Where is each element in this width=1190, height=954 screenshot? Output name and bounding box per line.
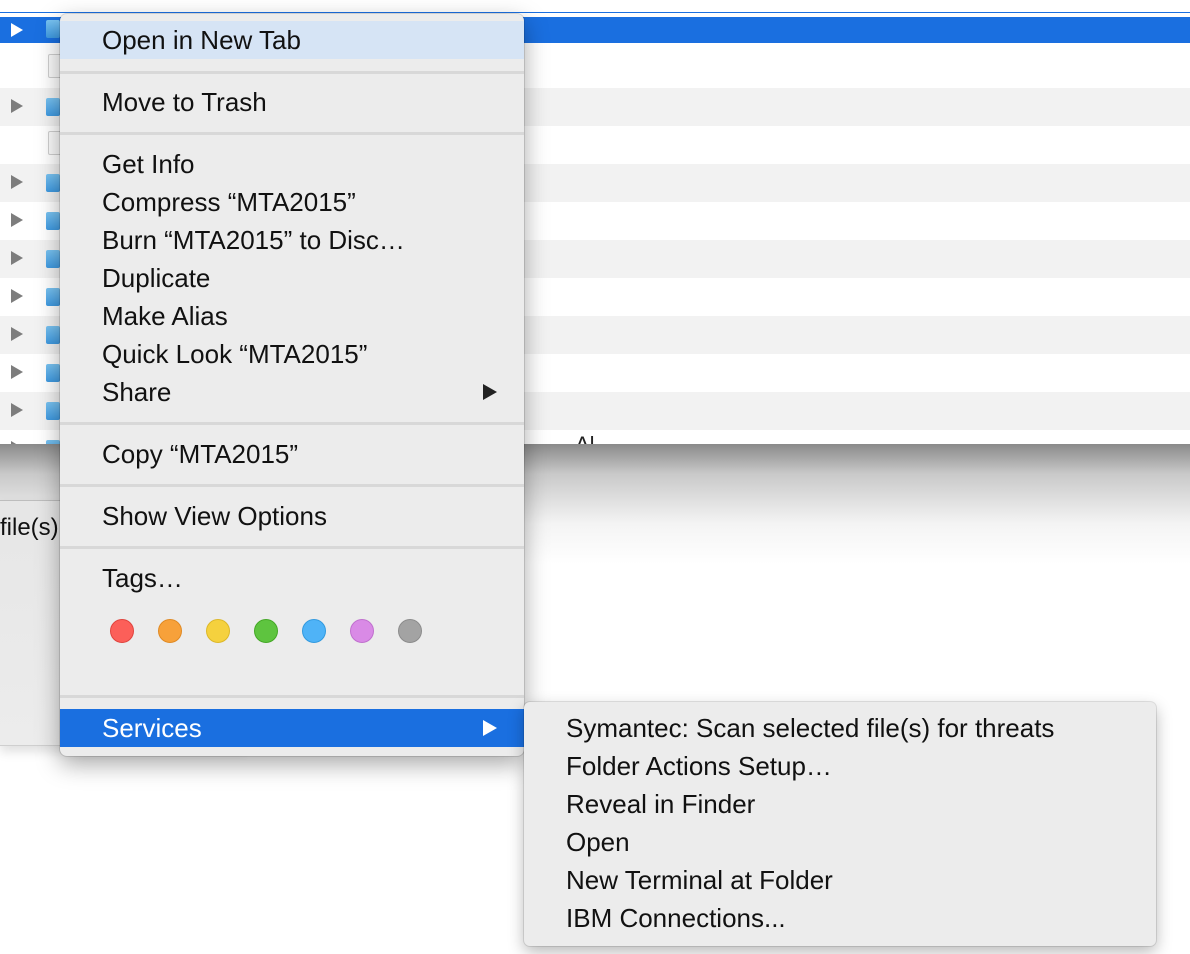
menu-separator — [60, 484, 524, 487]
disclosure-triangle-icon[interactable] — [11, 175, 23, 189]
service-item-open[interactable]: Open — [566, 823, 630, 861]
menu-item-label: Burn “MTA2015” to Disc… — [102, 225, 405, 255]
menu-separator — [60, 546, 524, 549]
menu-item-label: Copy “MTA2015” — [102, 439, 299, 469]
menu-item-copy[interactable]: Copy “MTA2015” — [60, 435, 524, 473]
tag-orange-dot[interactable] — [158, 619, 182, 643]
menu-item-tags[interactable]: Tags… — [60, 559, 524, 597]
menu-item-get-info[interactable]: Get Info — [60, 145, 524, 183]
tag-red-dot[interactable] — [110, 619, 134, 643]
tag-gray-dot[interactable] — [398, 619, 422, 643]
menu-item-label: Duplicate — [102, 263, 211, 293]
folder-icon — [46, 174, 60, 192]
menu-item-open-in-new-tab[interactable]: Open in New Tab — [60, 21, 524, 59]
menu-item-label: Compress “MTA2015” — [102, 187, 356, 217]
menu-item-compress[interactable]: Compress “MTA2015” — [60, 183, 524, 221]
disclosure-triangle-icon[interactable] — [11, 213, 23, 227]
disclosure-triangle-icon[interactable] — [11, 403, 23, 417]
menu-item-services[interactable]: Services — [60, 709, 524, 747]
disclosure-triangle-icon[interactable] — [11, 365, 23, 379]
menu-item-move-to-trash[interactable]: Move to Trash — [60, 83, 524, 121]
tag-purple-dot[interactable] — [350, 619, 374, 643]
menu-item-show-view-options[interactable]: Show View Options — [60, 497, 524, 535]
folder-icon — [46, 20, 60, 38]
disclosure-triangle-icon[interactable] — [11, 289, 23, 303]
partial-column-text: Al — [575, 432, 595, 444]
menu-separator — [60, 695, 524, 698]
folder-icon — [46, 326, 60, 344]
services-submenu: Symantec: Scan selected file(s) for thre… — [524, 702, 1156, 946]
menu-item-duplicate[interactable]: Duplicate — [60, 259, 524, 297]
disclosure-triangle-icon[interactable] — [11, 99, 23, 113]
context-menu: Open in New Tab Move to Trash Get Info C… — [60, 14, 524, 756]
menu-item-share[interactable]: Share — [60, 373, 524, 411]
menu-item-label: Make Alias — [102, 301, 228, 331]
service-item-symantec-scan[interactable]: Symantec: Scan selected file(s) for thre… — [566, 709, 1054, 747]
menu-item-label: Move to Trash — [102, 87, 267, 117]
menu-item-label: Open in New Tab — [102, 25, 301, 55]
service-item-ibm-connections[interactable]: IBM Connections... — [566, 899, 786, 937]
menu-item-label: Tags… — [102, 563, 183, 593]
menu-separator — [60, 422, 524, 425]
menu-item-make-alias[interactable]: Make Alias — [60, 297, 524, 335]
service-item-reveal-in-finder[interactable]: Reveal in Finder — [566, 785, 755, 823]
tag-blue-dot[interactable] — [302, 619, 326, 643]
menu-item-label: Show View Options — [102, 501, 327, 531]
tag-green-dot[interactable] — [254, 619, 278, 643]
folder-icon — [46, 250, 60, 268]
disclosure-triangle-icon[interactable] — [11, 327, 23, 341]
menu-item-burn-to-disc[interactable]: Burn “MTA2015” to Disc… — [60, 221, 524, 259]
submenu-arrow-icon — [483, 384, 497, 400]
menu-item-label: Services — [102, 713, 202, 743]
dialog-text-fragment: file(s) — [0, 514, 59, 541]
folder-icon — [46, 98, 60, 116]
service-item-new-terminal-at-folder[interactable]: New Terminal at Folder — [566, 861, 833, 899]
tag-yellow-dot[interactable] — [206, 619, 230, 643]
service-item-folder-actions-setup[interactable]: Folder Actions Setup… — [566, 747, 832, 785]
list-divider — [0, 12, 1190, 13]
menu-item-label: Quick Look “MTA2015” — [102, 339, 368, 369]
disclosure-triangle-icon[interactable] — [11, 251, 23, 265]
folder-icon — [46, 364, 60, 382]
menu-item-label: Share — [102, 377, 172, 407]
folder-icon — [46, 288, 60, 306]
folder-icon — [46, 402, 60, 420]
menu-separator — [60, 132, 524, 135]
menu-separator — [60, 71, 524, 74]
submenu-arrow-icon — [483, 720, 497, 736]
menu-item-label: Get Info — [102, 149, 195, 179]
menu-item-quick-look[interactable]: Quick Look “MTA2015” — [60, 335, 524, 373]
folder-icon — [46, 212, 60, 230]
disclosure-triangle-icon[interactable] — [11, 23, 23, 37]
